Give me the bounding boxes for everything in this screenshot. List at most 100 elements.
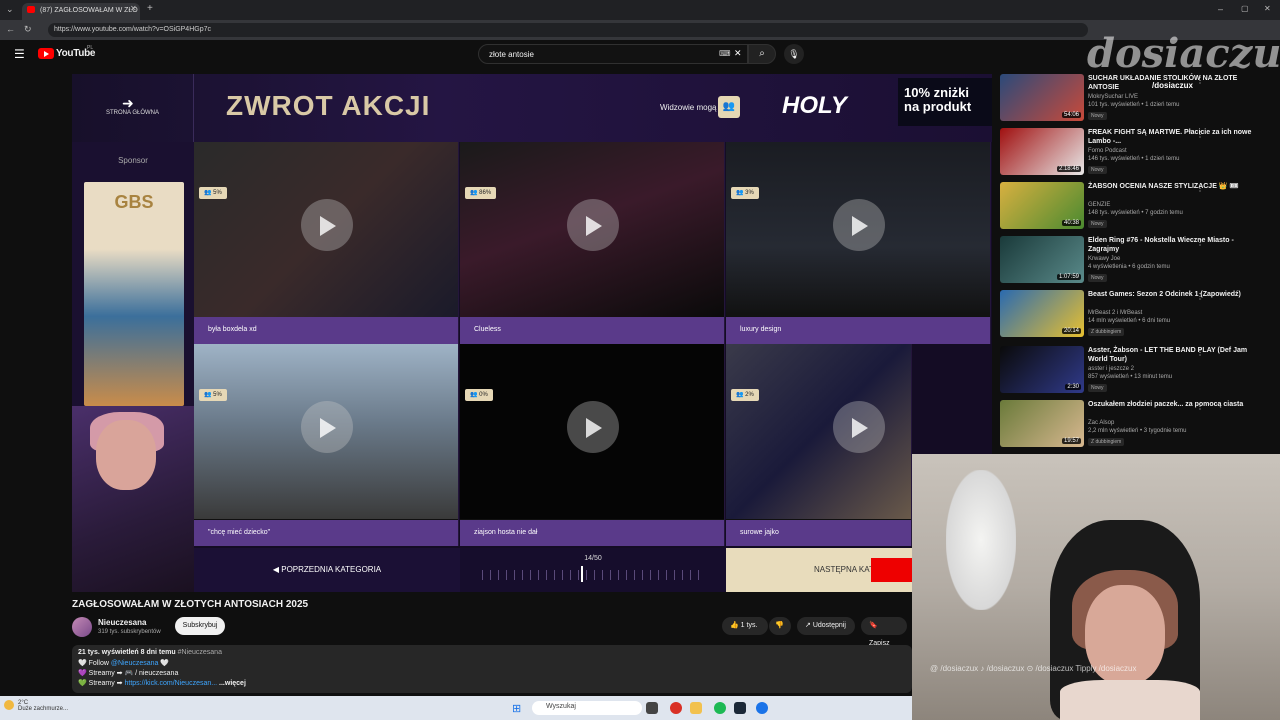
taskbar-search[interactable]: Wyszukaj xyxy=(532,701,642,715)
video-duration: 19:57 xyxy=(1061,438,1081,444)
like-button[interactable]: 👍 1 tys. xyxy=(722,617,768,635)
more-actions-icon[interactable]: ⋮ xyxy=(1196,292,1204,301)
recommendation-title[interactable]: Asster, Żabson - LET THE BAND PLAY (Def … xyxy=(1088,346,1256,364)
browser-tab[interactable]: (87) ZAGŁOSOWAŁAM W ZŁO xyxy=(22,3,140,20)
ad-brand: GBS xyxy=(114,192,154,212)
channel-name[interactable]: Nieuczesana xyxy=(98,618,146,627)
share-icon: ↗ xyxy=(805,622,811,629)
video-duration: 2:30 xyxy=(1065,384,1081,390)
opera-icon[interactable] xyxy=(670,702,682,714)
recommendation-meta: 146 tys. wyświetleń • 1 dzień temu xyxy=(1088,156,1180,162)
desc-line-1: 🤍 Follow @Nieuczesana 🤍 xyxy=(78,660,170,667)
sponsor-ad-image xyxy=(84,182,184,406)
recommendation-channel[interactable]: Fomo Podcast xyxy=(1088,148,1127,154)
recommendation-thumbnail[interactable]: 19:57 xyxy=(1000,400,1084,447)
window-close-icon[interactable]: ✕ xyxy=(1264,4,1271,13)
recommendation-item[interactable]: 1:07:59 Elden Ring #76 - Nokstella Wieczn… xyxy=(1000,236,1272,286)
search-input[interactable]: złote antosie xyxy=(478,44,748,64)
recommendation-title[interactable]: Beast Games: Sezon 2 Odcinek 1 (Zapowied… xyxy=(1088,290,1256,299)
recommendation-thumbnail[interactable]: 20:14 xyxy=(1000,290,1084,337)
save-button[interactable]: 🔖 Zapisz xyxy=(861,617,907,647)
recommendation-badge: Z dubbingiem xyxy=(1088,328,1125,336)
recommendation-title[interactable]: Elden Ring #76 - Nokstella Wieczne Miast… xyxy=(1088,236,1256,254)
recommendation-channel[interactable]: MrBeast 2 i MrBeast xyxy=(1088,310,1142,316)
streamer-face xyxy=(96,420,156,490)
hashtag[interactable]: #Nieuczesana xyxy=(178,649,222,656)
more-actions-icon[interactable]: ⋮ xyxy=(1196,402,1204,411)
video-duration: 20:14 xyxy=(1061,328,1081,334)
recommendation-item[interactable]: 40:38 ŻABSON OCENIA NASZE STYLIZACJE 👑 🎟 G… xyxy=(1000,182,1272,232)
close-tab-icon[interactable]: ✕ xyxy=(130,4,137,13)
weather-widget[interactable]: 2°C Duże zachmurze... xyxy=(18,700,68,712)
back-icon[interactable]: ← xyxy=(6,24,15,34)
show-more[interactable]: ...więcej xyxy=(219,680,246,687)
keyboard-icon[interactable]: ⌨ xyxy=(719,49,731,58)
recommendation-item[interactable]: 2:18:46 FREAK FIGHT SĄ MARTWE. Płacicie z… xyxy=(1000,128,1272,178)
more-actions-icon[interactable]: ⋮ xyxy=(1196,348,1204,357)
video-duration: 54:06 xyxy=(1061,112,1081,118)
file-explorer-icon[interactable] xyxy=(690,702,702,714)
viewers-label: Widzowie mogą xyxy=(660,103,717,112)
recommendation-meta: 14 mln wyświetleń • 6 dni temu xyxy=(1088,318,1171,324)
more-actions-icon[interactable]: ⋮ xyxy=(1196,184,1204,193)
weather-icon[interactable] xyxy=(4,700,14,710)
tab-title: (87) ZAGŁOSOWAŁAM W ZŁO xyxy=(40,7,138,14)
recommendation-item[interactable]: 19:57 Oszukałem złodziei paczek... za pom… xyxy=(1000,400,1272,450)
subscribe-button[interactable]: Subskrybuj xyxy=(175,617,225,635)
clear-search-icon[interactable]: ✕ xyxy=(734,48,742,59)
recommendation-title[interactable]: Oszukałem złodziei paczek... za pomocą c… xyxy=(1088,400,1256,409)
vote-percent: 👥 0% xyxy=(465,389,493,401)
more-actions-icon[interactable]: ⋮ xyxy=(1196,76,1204,85)
kick-link[interactable]: https://kick.com/Nieuczesan... xyxy=(125,680,218,687)
recommendation-thumbnail[interactable]: 54:06 xyxy=(1000,74,1084,121)
recommendation-meta: 101 tys. wyświetleń • 1 dzień temu xyxy=(1088,102,1180,108)
follow-link[interactable]: @Nieuczesana xyxy=(111,660,159,667)
new-tab-icon[interactable]: + xyxy=(147,3,153,14)
video-duration: 2:18:46 xyxy=(1056,166,1081,172)
recommendation-channel[interactable]: asster i jeszcze 2 xyxy=(1088,366,1134,372)
streamer-body xyxy=(1060,680,1200,720)
dislike-button[interactable]: 👎 xyxy=(769,617,791,635)
recommendation-title[interactable]: FREAK FIGHT SĄ MARTWE. Płacicie za ich n… xyxy=(1088,128,1256,146)
recommendation-channel[interactable]: Krwawy Joe xyxy=(1088,256,1120,262)
recommendation-title[interactable]: ŻABSON OCENIA NASZE STYLIZACJE 👑 🎟 xyxy=(1088,182,1256,191)
vote-tile: 👥 86% Clueless xyxy=(460,142,725,344)
vote-tile: 👥 5% "chcę mieć dziecko" xyxy=(194,344,459,546)
tab-search-icon[interactable]: ⌄ xyxy=(6,4,14,15)
vote-percent: 👥 2% xyxy=(731,389,759,401)
recommendation-item[interactable]: 20:14 Beast Games: Sezon 2 Odcinek 1 (Zap… xyxy=(1000,290,1272,340)
recommendation-channel[interactable]: MokrySuchar LIVE xyxy=(1088,94,1138,100)
windows-start-icon[interactable]: ⊞ xyxy=(512,702,521,715)
search-button[interactable]: ⌕ xyxy=(748,44,776,64)
vote-tile: 👥 5% była boxdela xd xyxy=(194,142,459,344)
minimize-icon[interactable]: – xyxy=(1218,4,1223,14)
edge-icon[interactable] xyxy=(756,702,768,714)
recommendation-thumbnail[interactable]: 1:07:59 xyxy=(1000,236,1084,283)
maximize-icon[interactable]: ▢ xyxy=(1241,4,1249,13)
recommendation-item[interactable]: 54:06 SUCHAR UKŁADANIE STOLIKÓW NA ZŁOTE … xyxy=(1000,74,1272,124)
christmas-tree xyxy=(946,470,1016,610)
play-icon xyxy=(852,418,868,438)
recommendation-thumbnail[interactable]: 2:30 xyxy=(1000,346,1084,393)
tile-caption: "chcę mieć dziecko" xyxy=(194,520,458,546)
recommendation-badge: Nowy xyxy=(1088,112,1107,120)
video-title: ZAGŁOSOWAŁAM W ZŁOTYCH ANTOSIACH 2025 xyxy=(72,599,309,610)
share-button[interactable]: ↗ Udostępnij xyxy=(797,617,855,635)
recommendation-thumbnail[interactable]: 40:38 xyxy=(1000,182,1084,229)
taskbar xyxy=(0,696,912,720)
recommendation-channel[interactable]: GENZIE xyxy=(1088,202,1110,208)
url-field[interactable]: https://www.youtube.com/watch?v=OSiGP4HG… xyxy=(48,23,1088,37)
steam-icon[interactable] xyxy=(734,702,746,714)
recommendation-thumbnail[interactable]: 2:18:46 xyxy=(1000,128,1084,175)
play-icon xyxy=(586,216,602,236)
channel-avatar[interactable] xyxy=(72,617,92,637)
spotify-icon[interactable] xyxy=(714,702,726,714)
menu-icon[interactable]: ☰ xyxy=(14,47,25,61)
reload-icon[interactable]: ↻ xyxy=(24,24,32,35)
recommendation-item[interactable]: 2:30 Asster, Żabson - LET THE BAND PLAY (… xyxy=(1000,346,1272,396)
task-view-icon[interactable] xyxy=(646,702,658,714)
more-actions-icon[interactable]: ⋮ xyxy=(1196,130,1204,139)
more-actions-icon[interactable]: ⋮ xyxy=(1196,238,1204,247)
voice-search-icon[interactable]: 🎙 xyxy=(784,44,804,64)
recommendation-channel[interactable]: Zac Alsop xyxy=(1088,420,1114,426)
